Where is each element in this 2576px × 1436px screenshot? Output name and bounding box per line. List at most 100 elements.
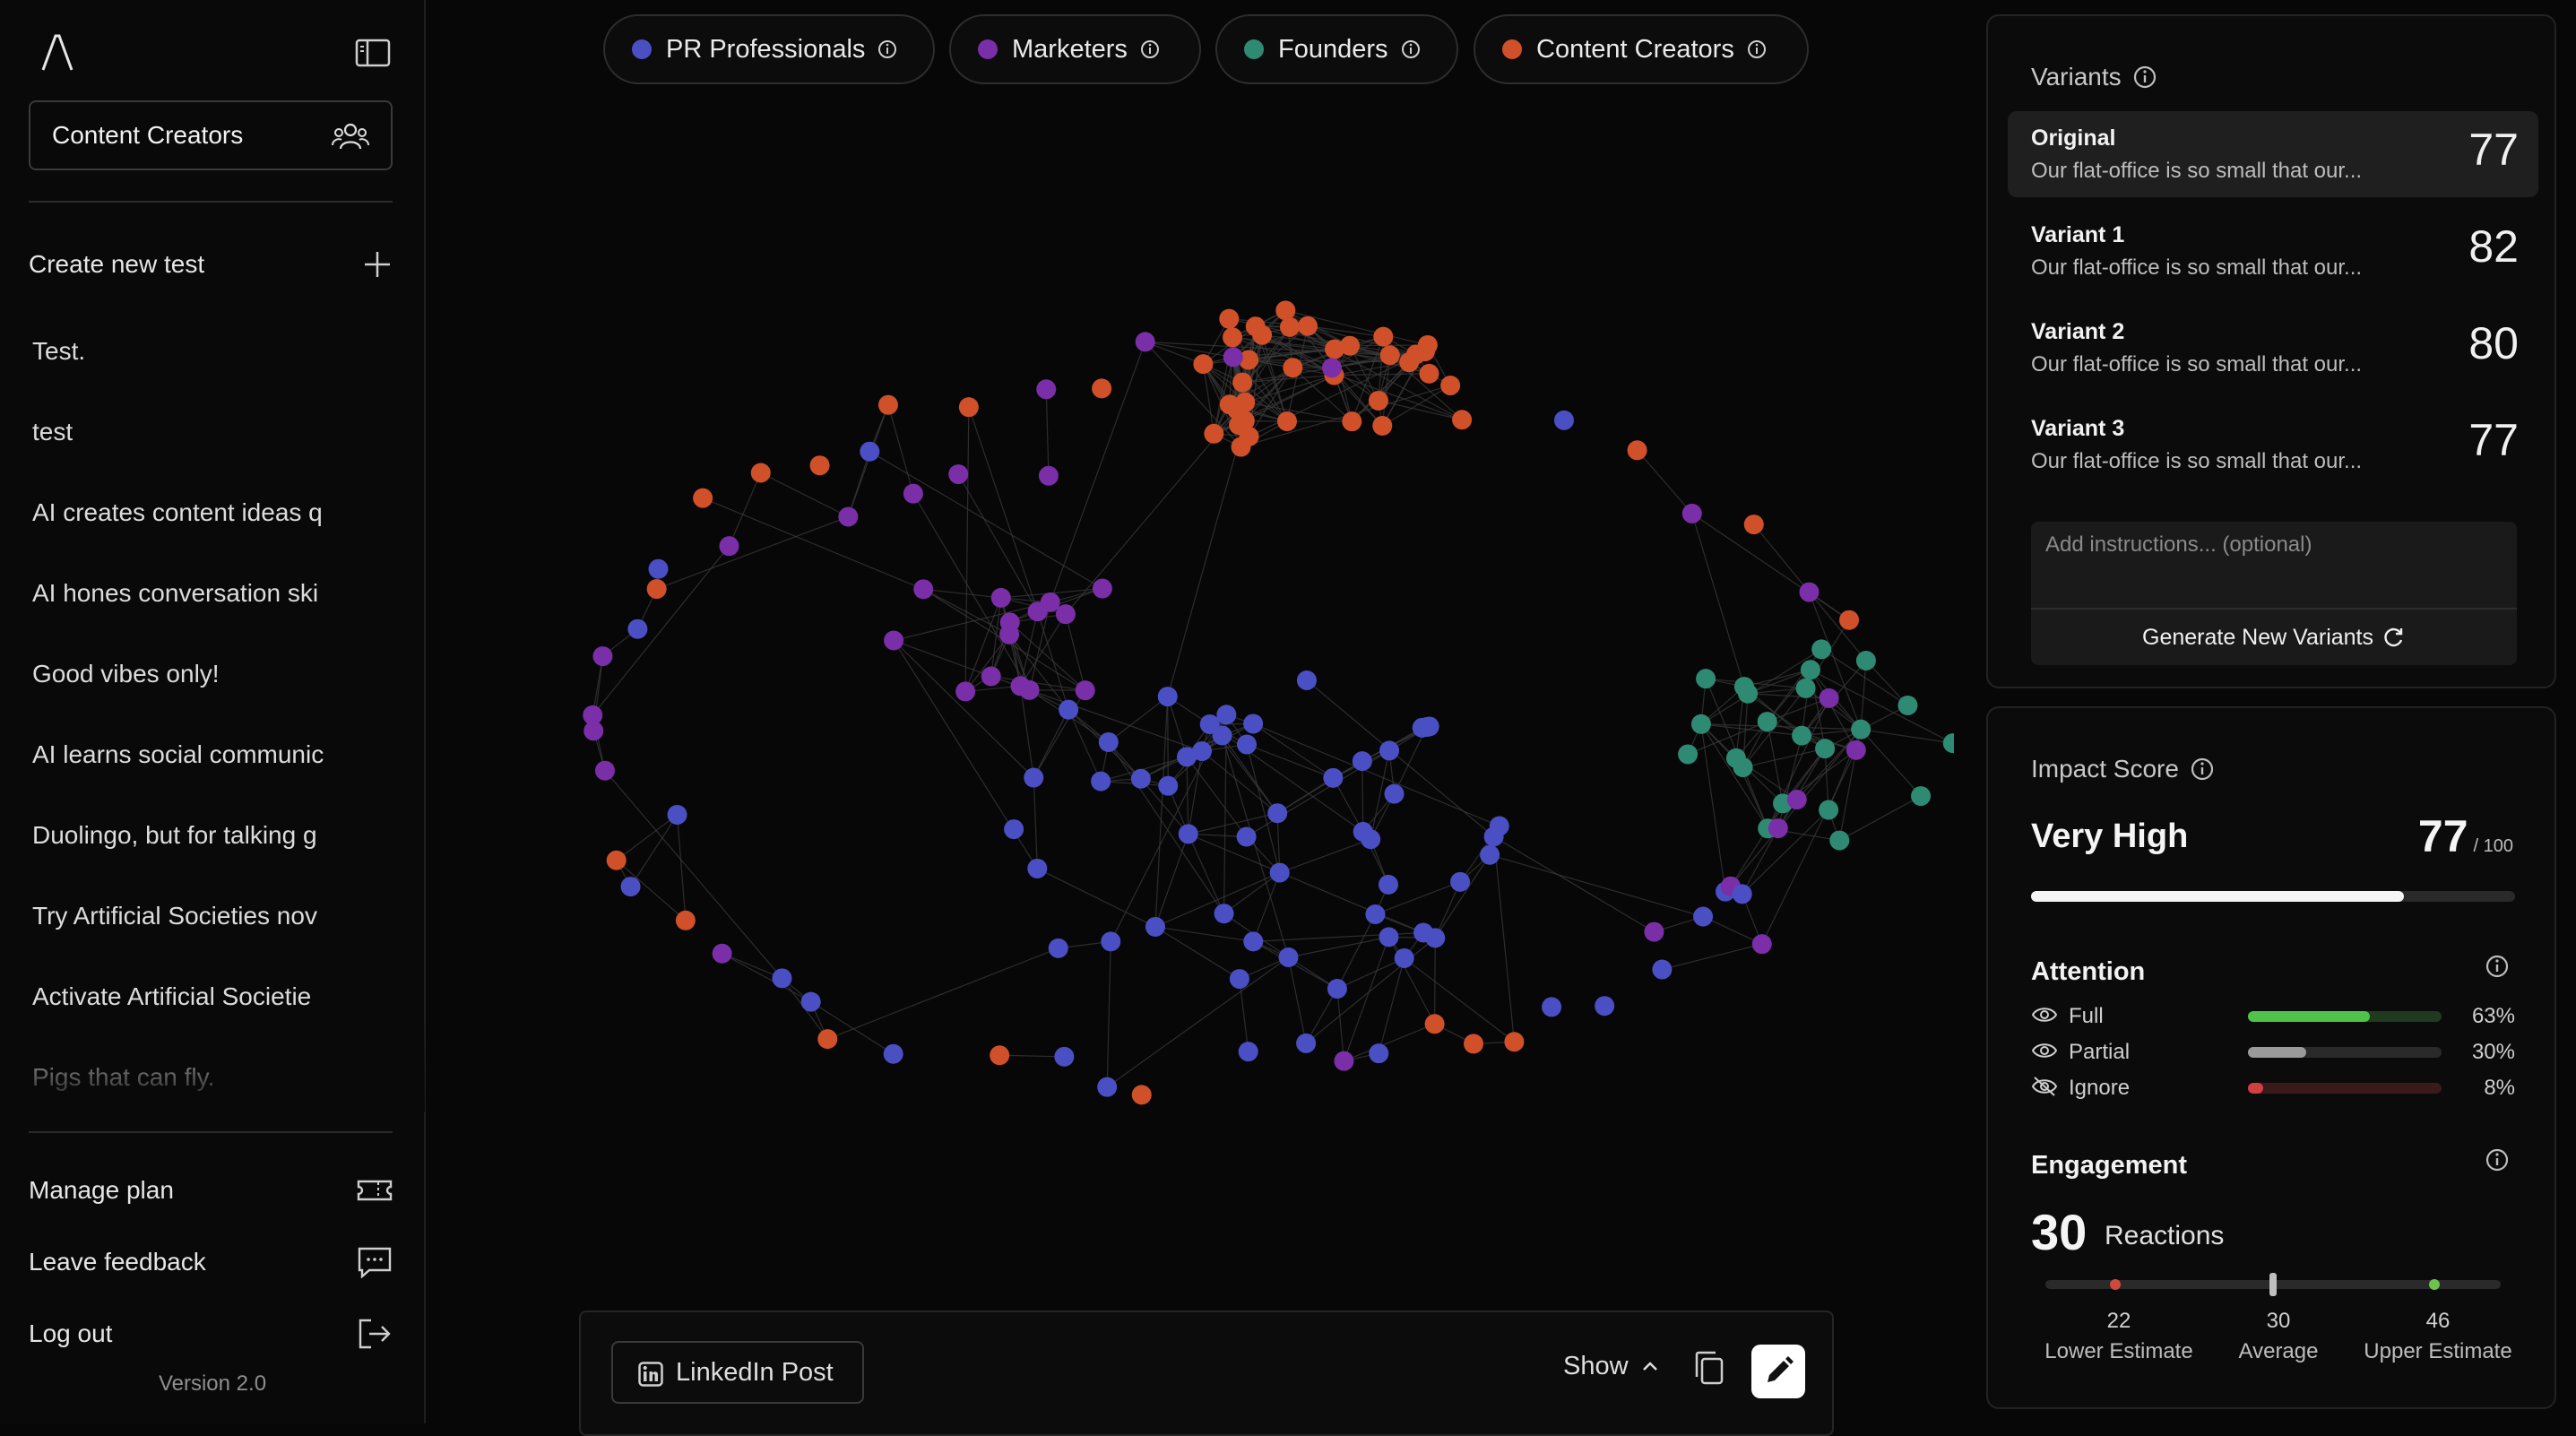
generate-variants-button[interactable]: Generate New Variants [2031,610,2517,665]
graph-node[interactable] [1792,726,1811,746]
graph-node[interactable] [1056,604,1076,624]
graph-node[interactable] [1628,440,1647,460]
graph-node[interactable] [1059,700,1078,720]
graph-node[interactable] [878,395,898,415]
graph-node[interactable] [1819,800,1838,820]
graph-node[interactable] [838,507,858,527]
graph-node[interactable] [1820,688,1839,708]
graph-node[interactable] [1801,660,1820,679]
graph-node[interactable] [1369,1043,1388,1063]
graph-node[interactable] [1480,845,1500,865]
graph-node[interactable] [1395,948,1414,968]
graph-node[interactable] [1092,378,1111,398]
graph-node[interactable] [1177,747,1197,766]
graph-node[interactable] [1897,696,1917,715]
graph-node[interactable] [713,944,732,964]
graph-node[interactable] [860,442,879,462]
graph-node[interactable] [1239,1042,1258,1061]
graph-node[interactable] [1297,670,1317,690]
graph-node[interactable] [1322,358,1342,377]
info-icon[interactable] [2485,1147,2510,1172]
graph-node[interactable] [1039,466,1059,486]
graph-node[interactable] [1811,639,1831,659]
graph-node[interactable] [1452,410,1472,429]
graph-node[interactable] [1279,947,1299,967]
graph-node[interactable] [1379,740,1399,760]
segment-pill-pr-professionals[interactable]: PR Professionals [603,14,935,84]
graph-node[interactable] [1696,669,1716,688]
graph-node[interactable] [1644,922,1664,942]
graph-node[interactable] [1252,325,1272,345]
graph-node[interactable] [1237,826,1257,846]
history-item[interactable]: AI hones conversation ski [32,575,341,656]
graph-node[interactable] [595,761,615,781]
graph-node[interactable] [1733,884,1752,904]
graph-node[interactable] [607,851,627,870]
graph-node[interactable] [1049,939,1068,958]
history-item[interactable]: Good vibes only! [32,656,341,737]
graph-node[interactable] [1193,354,1213,374]
graph-node[interactable] [817,1029,837,1049]
post-type-button[interactable]: LinkedIn Post [611,1341,864,1404]
history-item[interactable]: AI learns social communic [32,737,341,817]
segment-pill-content-creators[interactable]: Content Creators [1474,14,1809,84]
graph-node[interactable] [1243,714,1263,733]
graph-node[interactable] [1413,718,1432,738]
log-out-button[interactable]: Log out [29,1314,393,1354]
graph-node[interactable] [948,464,968,484]
graph-node[interactable] [751,463,771,483]
graph-node[interactable] [801,992,821,1012]
graph-node[interactable] [1691,714,1711,734]
graph-node[interactable] [1204,424,1223,444]
graph-node[interactable] [990,1045,1009,1065]
graph-node[interactable] [1796,679,1816,698]
graph-node[interactable] [1270,863,1290,883]
graph-node[interactable] [1215,904,1234,923]
graph-node[interactable] [1504,1032,1524,1051]
history-item[interactable]: Test. [32,333,341,414]
graph-node[interactable] [1024,768,1043,788]
graph-node[interactable] [1440,376,1460,395]
graph-node[interactable] [1418,335,1438,355]
graph-node[interactable] [955,681,975,701]
graph-node[interactable] [1372,416,1392,436]
graph-node[interactable] [1158,687,1178,706]
info-icon[interactable] [1747,39,1767,59]
graph-node[interactable] [1425,928,1445,947]
edit-post-button[interactable] [1751,1345,1805,1398]
graph-node[interactable] [1334,1051,1353,1071]
graph-node[interactable] [1275,300,1295,320]
graph-node[interactable] [1744,515,1764,534]
graph-node[interactable] [1768,818,1788,838]
graph-node[interactable] [1091,772,1111,792]
audience-selector[interactable]: Content Creators [29,100,393,170]
info-icon[interactable] [1140,39,1160,59]
graph-node[interactable] [627,619,647,639]
graph-node[interactable] [1216,705,1236,724]
show-toggle-button[interactable]: Show [1563,1352,1659,1381]
graph-node[interactable] [1846,740,1866,760]
graph-node[interactable] [1277,411,1297,431]
graph-node[interactable] [1911,786,1931,806]
graph-node[interactable] [1132,1085,1152,1104]
audience-network-graph[interactable] [430,90,1954,1309]
graph-node[interactable] [1682,504,1702,523]
graph-node[interactable] [1758,712,1777,731]
graph-node[interactable] [1093,579,1112,599]
graph-node[interactable] [647,579,667,599]
graph-node[interactable] [1399,352,1419,372]
graph-node[interactable] [913,579,933,599]
copy-icon[interactable] [1692,1350,1725,1386]
graph-node[interactable] [1054,1047,1074,1067]
graph-node[interactable] [1851,720,1871,740]
graph-node[interactable] [1464,1034,1483,1053]
graph-node[interactable] [1379,875,1398,895]
graph-node[interactable] [676,911,696,930]
graph-node[interactable] [1425,1014,1445,1034]
graph-node[interactable] [1200,714,1220,734]
graph-node[interactable] [1678,744,1698,764]
graph-node[interactable] [1097,1077,1117,1097]
graph-node[interactable] [1296,1034,1316,1053]
history-item[interactable]: AI creates content ideas q [32,495,341,575]
graph-node[interactable] [1179,824,1198,843]
